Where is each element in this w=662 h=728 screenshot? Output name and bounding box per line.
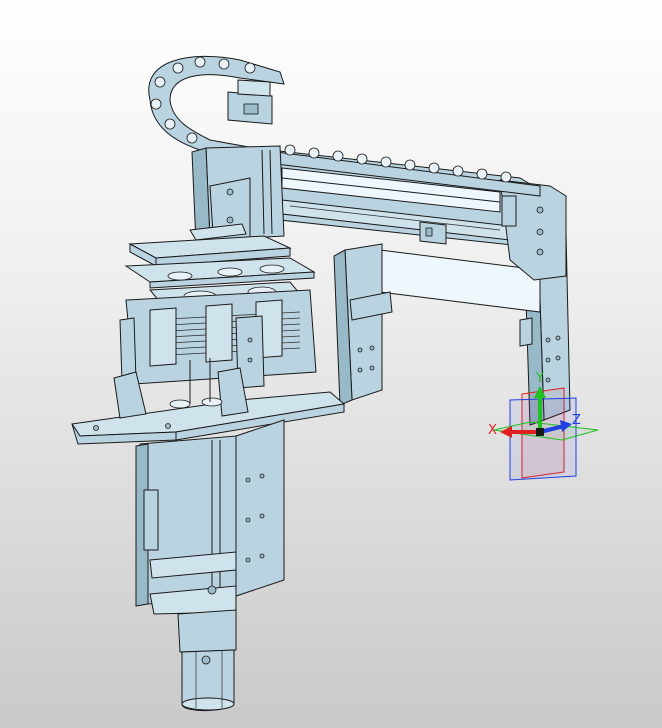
cad-model[interactable]: X Y Z — [0, 0, 662, 728]
vertical-carriage[interactable] — [189, 145, 285, 251]
triad-origin — [536, 428, 544, 436]
y-axis-label: Y — [535, 371, 544, 386]
x-axis-label: X — [488, 423, 497, 438]
z-axis-label: Z — [572, 413, 581, 428]
3d-viewport[interactable]: X Y Z — [0, 0, 662, 728]
lower-vertical-frame[interactable] — [135, 419, 285, 615]
bottom-motor[interactable] — [177, 609, 237, 712]
